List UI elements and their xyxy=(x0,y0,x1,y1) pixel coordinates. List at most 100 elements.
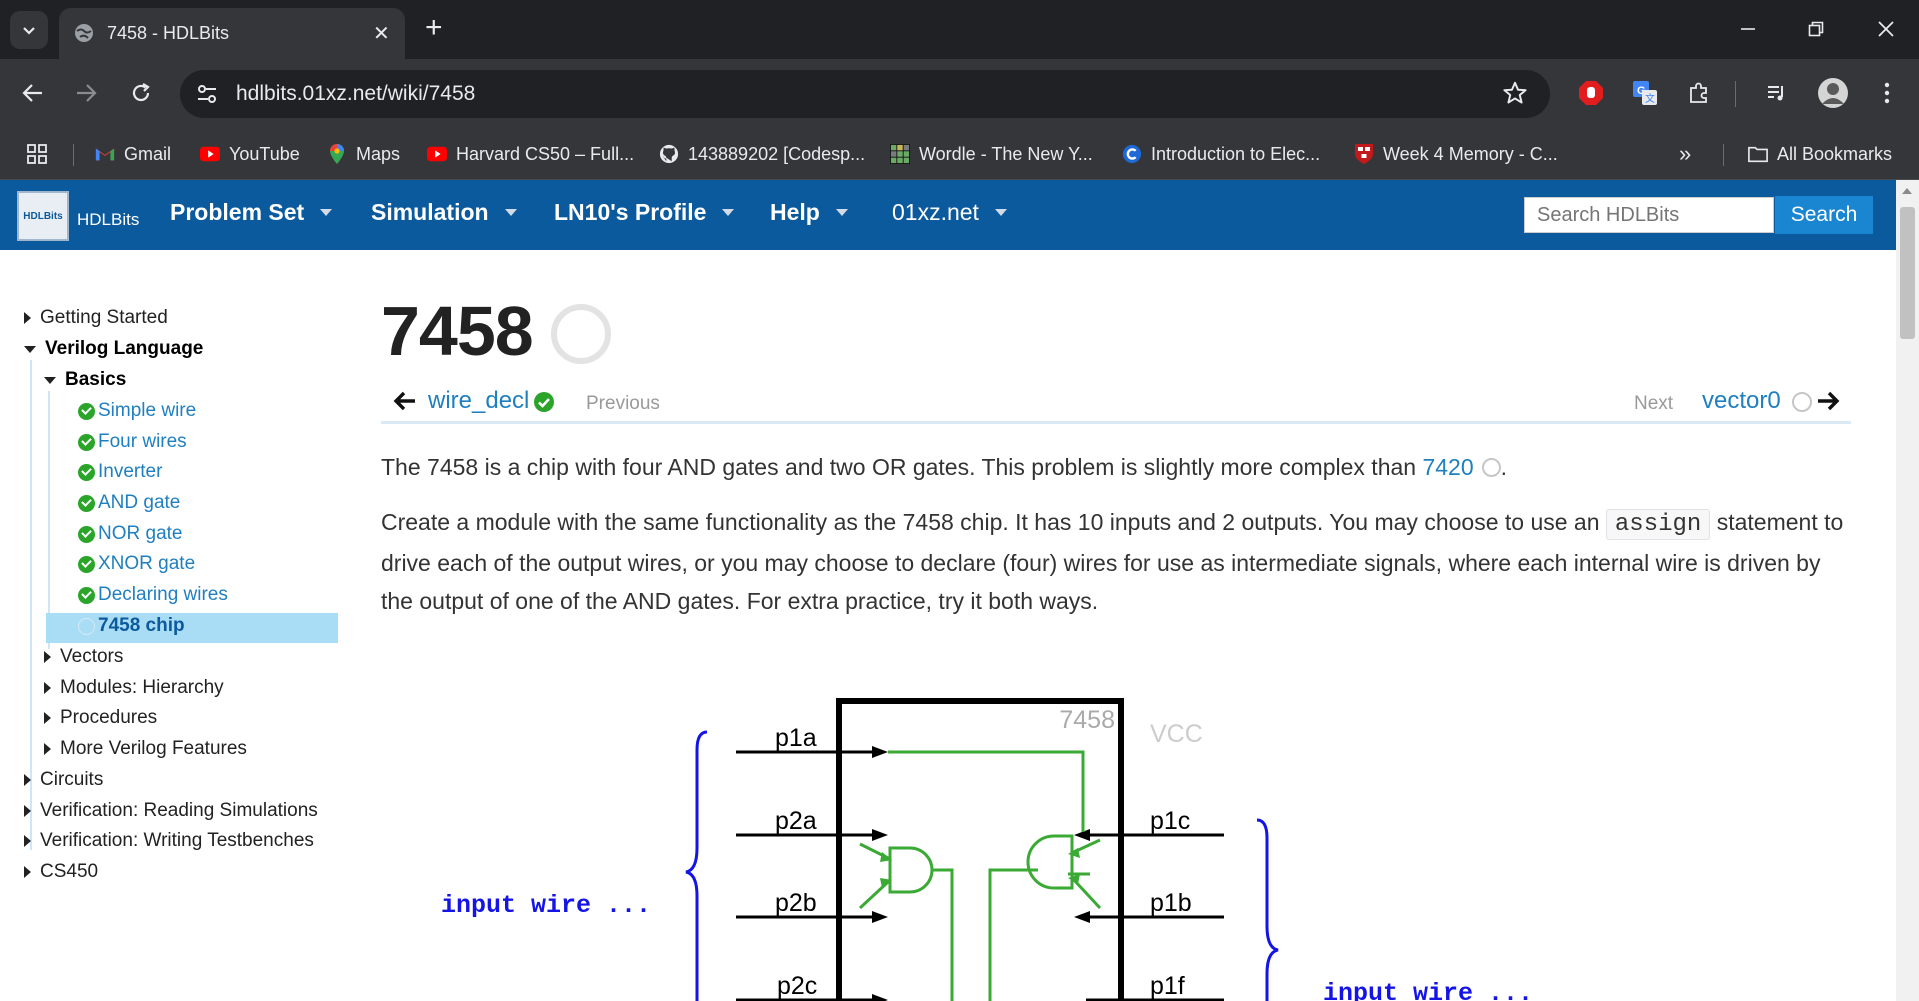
sidebar-verification-writing[interactable]: Verification: Writing Testbenches xyxy=(24,830,314,852)
page-scrollbar[interactable] xyxy=(1896,180,1919,1001)
menu-problem-set[interactable]: Problem Set xyxy=(170,199,333,226)
browser-toolbar: hdlbits.01xz.net/wiki/7458 G文 xyxy=(0,59,1919,129)
left-brace xyxy=(685,730,708,1001)
sidebar-item-xnor-gate[interactable]: XNOR gate xyxy=(78,553,195,575)
next-problem-link[interactable]: vector0 xyxy=(1702,387,1781,415)
code-assign: assign xyxy=(1605,509,1711,540)
problem-navigation: wire_decl Previous Next vector0 xyxy=(381,383,1851,423)
menu-01xz[interactable]: 01xz.net xyxy=(892,199,1007,226)
sidebar-item-and-gate[interactable]: AND gate xyxy=(78,492,180,514)
tab-search-button[interactable] xyxy=(10,11,48,49)
adblock-extension-button[interactable] xyxy=(1573,75,1609,111)
sidebar-vectors[interactable]: Vectors xyxy=(44,646,123,668)
bookmark-codespace[interactable]: 143889202 [Codesp... xyxy=(659,139,865,169)
restore-button[interactable] xyxy=(1801,14,1831,44)
sidebar-more-verilog-features[interactable]: More Verilog Features xyxy=(44,738,247,760)
bookmark-maps[interactable]: Maps xyxy=(327,139,400,169)
check-circle-icon xyxy=(78,555,95,573)
sidebar-cs450[interactable]: CS450 xyxy=(24,861,98,883)
sidebar-circuits[interactable]: Circuits xyxy=(24,769,103,791)
caret-down-icon xyxy=(722,209,735,216)
bookmark-gmail[interactable]: Gmail xyxy=(95,139,171,169)
check-circle-icon xyxy=(534,392,554,412)
search-button[interactable]: Search xyxy=(1775,196,1873,234)
sidebar-verilog-language[interactable]: Verilog Language xyxy=(24,338,203,360)
scroll-up-icon[interactable] xyxy=(1902,188,1912,194)
toolbar-divider xyxy=(1735,81,1736,107)
caret-down-icon xyxy=(320,209,333,216)
sidebar-item-nor-gate[interactable]: NOR gate xyxy=(78,523,182,545)
menu-simulation[interactable]: Simulation xyxy=(371,199,517,226)
reload-button[interactable] xyxy=(123,75,159,111)
sidebar-item-7458-chip[interactable]: 7458 chip xyxy=(78,615,185,637)
right-brace xyxy=(1256,818,1279,1001)
minimize-icon xyxy=(1741,28,1755,30)
sidebar-item-four-wires[interactable]: Four wires xyxy=(78,431,187,453)
bookmark-harvard-cs50[interactable]: Harvard CS50 – Full... xyxy=(427,139,634,169)
close-window-button[interactable] xyxy=(1871,14,1901,44)
sidebar-item-inverter[interactable]: Inverter xyxy=(78,461,162,483)
sidebar-item-simple-wire[interactable]: Simple wire xyxy=(78,400,196,422)
tab-title: 7458 - HDLBits xyxy=(107,23,230,43)
media-control-button[interactable] xyxy=(1759,75,1795,111)
globe-icon xyxy=(75,24,93,42)
next-label: Next xyxy=(1634,393,1674,414)
youtube-icon xyxy=(427,144,447,164)
right-input-note: input wire ... xyxy=(1323,979,1533,1001)
bookmark-youtube[interactable]: YouTube xyxy=(200,139,300,169)
minimize-button[interactable] xyxy=(1733,14,1763,44)
bookmark-wordle[interactable]: Wordle - The New Y... xyxy=(890,139,1093,169)
translate-extension-button[interactable]: G文 xyxy=(1627,75,1663,111)
left-input-note: input wire ... xyxy=(441,891,651,920)
caret-right-icon xyxy=(24,805,31,817)
all-bookmarks-button[interactable]: All Bookmarks xyxy=(1748,139,1892,169)
wordle-icon xyxy=(890,144,910,164)
check-circle-icon xyxy=(78,463,95,481)
arrow-left-icon[interactable] xyxy=(393,389,417,413)
empty-circle-icon xyxy=(1792,392,1812,412)
sidebar-basics[interactable]: Basics xyxy=(44,369,126,391)
chevron-down-icon xyxy=(23,27,35,35)
sidebar-procedures[interactable]: Procedures xyxy=(44,707,157,729)
link-7420[interactable]: 7420 xyxy=(1422,454,1473,480)
gate-and-right xyxy=(1026,834,1074,890)
new-tab-button[interactable]: + xyxy=(425,13,443,43)
close-tab-icon[interactable]: ✕ xyxy=(373,21,390,46)
chip-label: 7458 xyxy=(1059,706,1115,734)
bookmark-star-icon[interactable] xyxy=(1502,80,1528,106)
brand-name[interactable]: HDLBits xyxy=(77,210,139,230)
profile-avatar-button[interactable] xyxy=(1815,75,1851,111)
url-text[interactable]: hdlbits.01xz.net/wiki/7458 xyxy=(236,82,475,106)
check-circle-icon xyxy=(78,433,95,451)
sidebar-modules-hierarchy[interactable]: Modules: Hierarchy xyxy=(44,677,224,699)
check-circle-icon xyxy=(78,586,95,604)
sidebar-getting-started[interactable]: Getting Started xyxy=(24,307,168,329)
caret-down-icon xyxy=(835,209,848,216)
page-title: 7458 xyxy=(381,292,534,370)
apps-button[interactable] xyxy=(26,139,48,169)
browser-tab-bar: 7458 - HDLBits ✕ + xyxy=(0,0,1919,59)
arrow-right-icon[interactable] xyxy=(1816,389,1840,413)
caret-right-icon xyxy=(24,774,31,786)
sidebar-verification-reading[interactable]: Verification: Reading Simulations xyxy=(24,800,318,822)
back-button[interactable] xyxy=(15,75,51,111)
forward-button[interactable] xyxy=(68,75,104,111)
scrollbar-thumb[interactable] xyxy=(1900,207,1915,339)
previous-problem-link[interactable]: wire_decl xyxy=(428,387,529,415)
pin-label-p2a: p2a xyxy=(775,807,817,835)
site-settings-icon[interactable] xyxy=(196,83,218,105)
chrome-menu-button[interactable] xyxy=(1869,75,1905,111)
active-tab[interactable]: 7458 - HDLBits ✕ xyxy=(59,8,405,59)
menu-profile[interactable]: LN10's Profile xyxy=(554,199,735,226)
menu-help[interactable]: Help xyxy=(770,199,848,226)
search-input[interactable] xyxy=(1524,197,1774,233)
address-bar[interactable]: hdlbits.01xz.net/wiki/7458 xyxy=(180,70,1550,118)
extensions-button[interactable] xyxy=(1681,75,1717,111)
bookmark-week4-memory[interactable]: Week 4 Memory - C... xyxy=(1354,139,1558,169)
bookmarks-overflow-button[interactable]: » xyxy=(1679,139,1691,169)
bookmark-coursera[interactable]: Introduction to Elec... xyxy=(1122,139,1320,169)
caret-right-icon xyxy=(44,712,51,724)
intro-paragraph: The 7458 is a chip with four AND gates a… xyxy=(381,454,1508,480)
hdlbits-logo[interactable]: HDLBits xyxy=(17,191,69,241)
sidebar-item-declaring-wires[interactable]: Declaring wires xyxy=(78,584,228,606)
